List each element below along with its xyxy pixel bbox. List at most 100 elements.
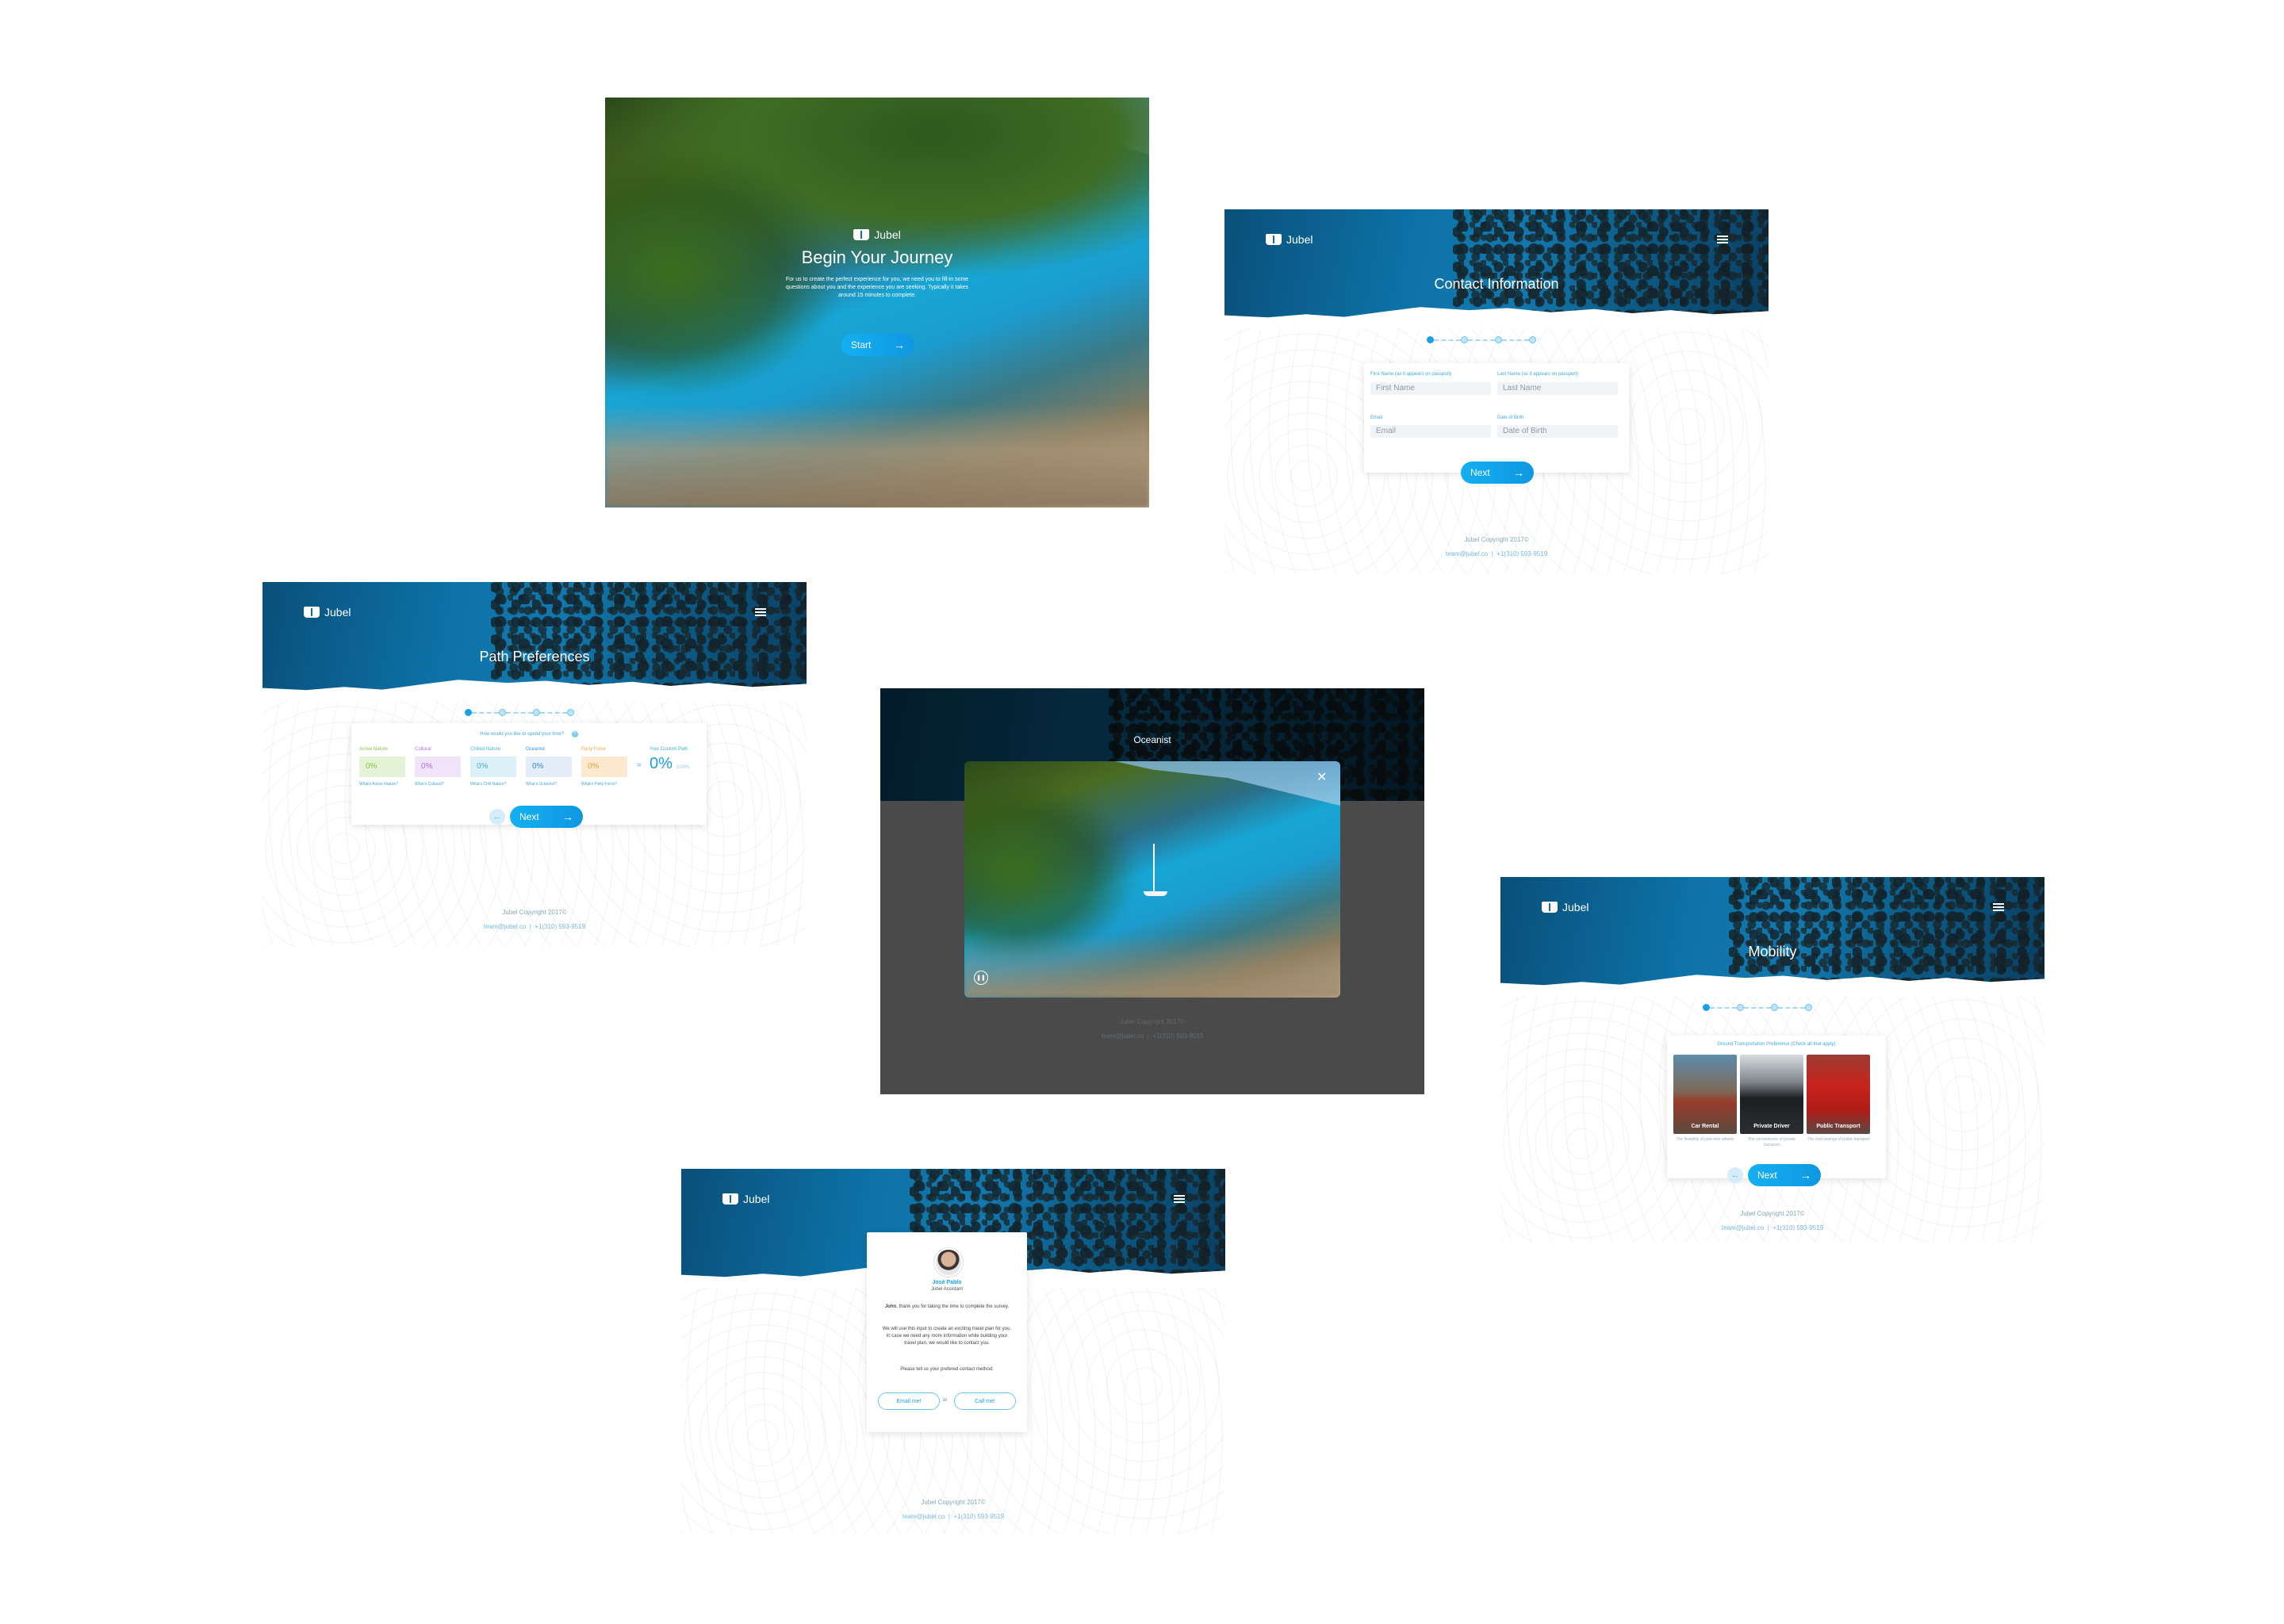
pref-party-force[interactable]: Party Force 0% What's Party Force? bbox=[581, 747, 627, 787]
back-button[interactable]: ← bbox=[1727, 1167, 1743, 1183]
pref-info-link[interactable]: What's Active Nature? bbox=[359, 782, 405, 787]
option-description: The convenience of private transport bbox=[1747, 1137, 1796, 1147]
step-dot[interactable] bbox=[499, 709, 506, 716]
next-button[interactable]: Next → bbox=[510, 806, 583, 828]
email-link[interactable]: team@jubel.co bbox=[1102, 1032, 1144, 1040]
contact-form-card: First Name (as it appears on passport) F… bbox=[1364, 363, 1629, 473]
footer: Jubel Copyright 2017© team@jubel.co | +1… bbox=[1224, 533, 1769, 561]
hero-banner bbox=[263, 582, 807, 695]
email-me-button[interactable]: Email me! bbox=[878, 1392, 940, 1410]
info-icon[interactable]: ? bbox=[571, 731, 578, 737]
equals-sign: = bbox=[637, 761, 642, 770]
section-title: Path Preferences bbox=[479, 649, 590, 665]
step-dot[interactable] bbox=[567, 709, 574, 716]
option-label: Car Rental bbox=[1691, 1124, 1719, 1129]
sailboat-mast bbox=[1153, 844, 1155, 894]
option-description: The cost savings of public transport bbox=[1807, 1137, 1870, 1142]
video-player[interactable]: ❚❚ bbox=[964, 761, 1340, 998]
phone-link[interactable]: +1(310) 593-9519 bbox=[953, 1513, 1004, 1520]
next-button-label: Next bbox=[519, 811, 539, 822]
step-dot[interactable] bbox=[1771, 1004, 1778, 1011]
sailboat-hull bbox=[1144, 891, 1167, 896]
first-name-label: First Name (as it appears on passport) bbox=[1370, 372, 1452, 377]
page-title: Begin Your Journey bbox=[801, 247, 953, 267]
user-name: John bbox=[884, 1304, 897, 1309]
jubel-logo[interactable]: Jubel bbox=[304, 606, 351, 619]
back-button[interactable]: ← bbox=[489, 809, 505, 825]
option-public-transport[interactable]: Public Transport bbox=[1807, 1055, 1870, 1134]
email-link[interactable]: team@jubel.co bbox=[484, 923, 526, 930]
step-dot[interactable] bbox=[1461, 336, 1468, 343]
pref-active-nature[interactable]: Active Nature 0% What's Active Nature? bbox=[359, 747, 405, 787]
pref-input[interactable]: 0% bbox=[526, 756, 572, 777]
jubel-logo[interactable]: Jubel bbox=[722, 1193, 769, 1205]
jubel-logo[interactable]: Jubel bbox=[1266, 233, 1313, 246]
first-name-input[interactable]: First Name bbox=[1370, 382, 1491, 395]
email-link[interactable]: team@jubel.co bbox=[1446, 550, 1488, 557]
pref-info-link[interactable]: What's Oceanist? bbox=[526, 782, 572, 787]
hero-banner bbox=[1500, 877, 2044, 990]
pause-icon[interactable]: ❚❚ bbox=[974, 971, 988, 985]
section-title: Contact Information bbox=[1434, 276, 1559, 292]
hamburger-menu-icon[interactable] bbox=[1174, 1195, 1185, 1203]
pref-info-link[interactable]: What's Cultural? bbox=[415, 782, 461, 787]
dob-input[interactable]: Date of Birth bbox=[1497, 425, 1618, 438]
hamburger-menu-icon[interactable] bbox=[1993, 903, 2004, 911]
dob-label: Date of Birth bbox=[1497, 416, 1524, 420]
jubel-logo[interactable]: Jubel bbox=[1542, 901, 1588, 914]
custom-path-label: Your Custom Path bbox=[650, 747, 688, 752]
hamburger-menu-icon[interactable] bbox=[1717, 236, 1728, 243]
contact-screen: Jubel Contact Information First Name (as… bbox=[1224, 209, 1769, 574]
option-car-rental[interactable]: Car Rental bbox=[1673, 1055, 1737, 1134]
email-link[interactable]: team@jubel.co bbox=[1722, 1224, 1764, 1231]
option-label: Public Transport bbox=[1816, 1124, 1861, 1129]
pref-chilled-nature[interactable]: Chilled Nature 0% What's Chill Nature? bbox=[470, 747, 516, 787]
pref-input[interactable]: 0% bbox=[470, 756, 516, 777]
arrow-right-icon: → bbox=[894, 339, 905, 351]
call-me-button[interactable]: Call me! bbox=[954, 1392, 1016, 1410]
avatar bbox=[934, 1248, 963, 1277]
hamburger-menu-icon[interactable] bbox=[755, 608, 766, 616]
pref-cultural[interactable]: Cultural 0% What's Cultural? bbox=[415, 747, 461, 787]
next-button[interactable]: Next → bbox=[1748, 1164, 1821, 1186]
arrow-left-icon: ← bbox=[492, 812, 502, 822]
phone-link[interactable]: +1(310) 593-9519 bbox=[1496, 550, 1547, 557]
pref-input[interactable]: 0% bbox=[359, 756, 405, 777]
last-name-input[interactable]: Last Name bbox=[1497, 382, 1618, 395]
next-button[interactable]: Next → bbox=[1461, 462, 1534, 484]
question-text: How would you like to spend your time? bbox=[480, 732, 565, 737]
pref-input[interactable]: 0% bbox=[581, 756, 627, 777]
option-private-driver[interactable]: Private Driver bbox=[1740, 1055, 1803, 1134]
phone-link[interactable]: +1(310) 593-9519 bbox=[1772, 1224, 1823, 1231]
assistant-name: José Pablo bbox=[932, 1280, 962, 1285]
book-icon bbox=[853, 229, 870, 240]
path-preferences-screen: Jubel Path Preferences How would you lik… bbox=[263, 582, 807, 947]
step-dot[interactable] bbox=[1805, 1004, 1812, 1011]
step-dot[interactable] bbox=[1427, 336, 1434, 343]
pref-info-link[interactable]: What's Chill Nature? bbox=[470, 782, 516, 787]
jubel-logo[interactable]: Jubel bbox=[605, 228, 1149, 241]
arrow-right-icon: → bbox=[1513, 466, 1524, 479]
step-dot[interactable] bbox=[1737, 1004, 1744, 1011]
close-icon[interactable]: ✕ bbox=[1316, 769, 1327, 785]
step-dot[interactable] bbox=[533, 709, 540, 716]
step-dot[interactable] bbox=[465, 709, 472, 716]
assistant-card: José Pablo Jubel Assistant John, thank y… bbox=[867, 1232, 1027, 1432]
phone-link[interactable]: +1(310) 593-9519 bbox=[1152, 1032, 1203, 1040]
step-dot[interactable] bbox=[1529, 336, 1536, 343]
email-input[interactable]: Email bbox=[1370, 425, 1491, 438]
pref-input[interactable]: 0% bbox=[415, 756, 461, 777]
step-dot[interactable] bbox=[1495, 336, 1502, 343]
step-dot[interactable] bbox=[1703, 1004, 1710, 1011]
option-label: Private Driver bbox=[1753, 1124, 1790, 1129]
mobility-screen: Jubel Mobility Ground Transportation Pre… bbox=[1500, 877, 2044, 1242]
start-button-label: Start bbox=[851, 339, 872, 350]
copyright-text: Jubel Copyright 2017© bbox=[1120, 1018, 1185, 1025]
phone-link[interactable]: +1(310) 593-9519 bbox=[535, 923, 585, 930]
pref-info-link[interactable]: What's Party Force? bbox=[581, 782, 627, 787]
oceanist-modal-screen: Oceanist ❚❚ ✕ Jubel Copyright 2017© team… bbox=[880, 688, 1424, 1094]
copyright-text: Jubel Copyright 2017© bbox=[1740, 1210, 1805, 1217]
email-link[interactable]: team@jubel.co bbox=[902, 1513, 945, 1520]
pref-oceanist[interactable]: Oceanist 0% What's Oceanist? bbox=[526, 747, 572, 787]
start-button[interactable]: Start → bbox=[841, 334, 914, 356]
